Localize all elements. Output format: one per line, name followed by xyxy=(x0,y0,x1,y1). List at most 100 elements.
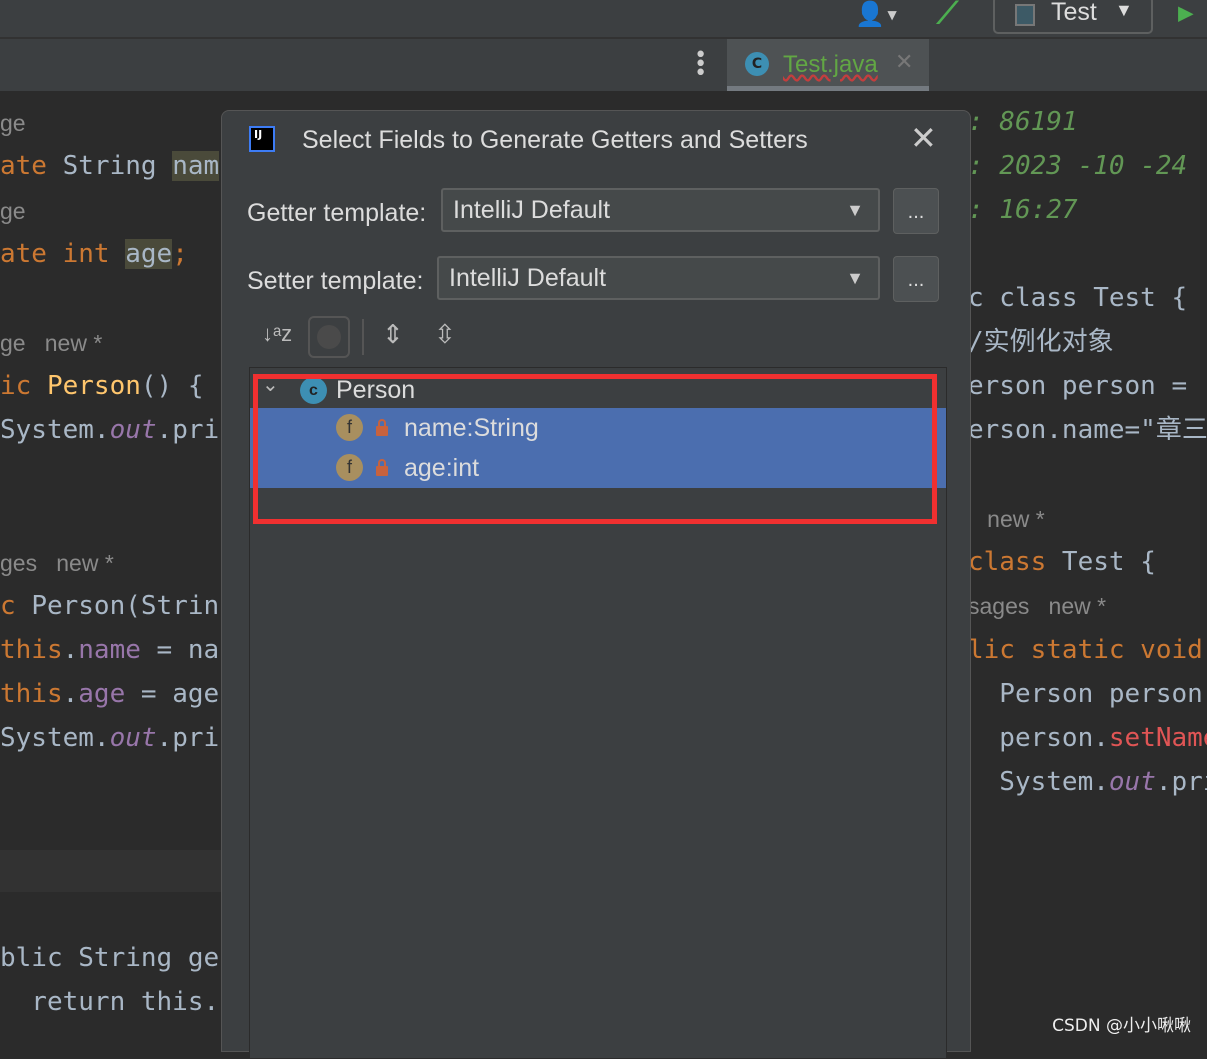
tab-test-java[interactable]: C Test.java ✕ xyxy=(727,39,929,91)
code-token: out xyxy=(109,415,157,445)
code-line: return this. xyxy=(0,987,219,1017)
main-toolbar: 👤▾ ⟋ Test ▼ ▶ xyxy=(0,0,1207,39)
code-line: erson person = xyxy=(968,371,1187,401)
code-token: person. xyxy=(968,723,1109,753)
generate-getters-setters-dialog: IJ Select Fields to Generate Getters and… xyxy=(221,110,971,1059)
code-line: this.age = age xyxy=(0,679,219,709)
code-line: c Person(Strin xyxy=(0,591,219,621)
hammer-icon[interactable]: ⟋ xyxy=(937,0,958,31)
editor-band xyxy=(0,850,221,892)
code-token: ate xyxy=(0,151,63,181)
code-line: new * xyxy=(968,504,1045,534)
code-line: person.setName xyxy=(968,723,1207,753)
code-token: ate int xyxy=(0,239,126,269)
code-token: String xyxy=(62,151,173,181)
code-token: c xyxy=(0,591,32,621)
getter-template-label: Getter template: xyxy=(247,199,427,227)
code-token: blic String ge xyxy=(0,943,220,973)
editor-tab-bar: • • • C Test.java ✕ xyxy=(0,39,1207,91)
code-token: : 86191 xyxy=(968,107,1078,137)
getter-template-value: IntelliJ Default xyxy=(453,196,611,224)
code-line: ge xyxy=(0,196,26,226)
run-config-label: Test xyxy=(1051,0,1097,26)
sort-alphabetically-icon[interactable]: ↓ᵃz xyxy=(262,321,292,347)
code-token: new * xyxy=(968,506,1045,532)
code-token: this xyxy=(0,679,63,709)
user-icon[interactable]: 👤▾ xyxy=(855,0,899,28)
code-token: out xyxy=(1108,767,1156,797)
setter-template-more-button[interactable]: ... xyxy=(893,256,939,302)
code-token: System. xyxy=(0,723,110,753)
code-token: return this. xyxy=(0,987,220,1017)
code-line: ate int age; xyxy=(0,239,188,269)
code-line: System.out.pri xyxy=(0,723,219,753)
code-token: age xyxy=(125,239,173,269)
code-token: ; xyxy=(172,239,188,269)
code-token: ge xyxy=(0,198,26,224)
code-line: ic Person() { xyxy=(0,371,204,401)
collapse-all-icon[interactable]: ⇳ xyxy=(434,319,456,350)
code-token: ic xyxy=(0,371,47,401)
expand-all-icon[interactable]: ⇕ xyxy=(382,319,404,350)
code-token: ge new * xyxy=(0,330,103,356)
code-line: Person person xyxy=(968,679,1203,709)
close-icon[interactable]: ✕ xyxy=(910,119,937,157)
dialog-title: Select Fields to Generate Getters and Se… xyxy=(302,126,808,154)
setter-template-select[interactable]: IntelliJ Default ▼ xyxy=(437,256,880,300)
more-tabs-icon[interactable]: • • • xyxy=(694,45,707,85)
tab-label: Test.java xyxy=(783,51,878,78)
code-token: . xyxy=(62,679,79,709)
intellij-logo-icon: IJ xyxy=(249,126,275,152)
code-token: .pri xyxy=(156,723,220,753)
code-line: erson.name="章三 xyxy=(968,415,1207,445)
code-token: erson person = xyxy=(968,371,1188,401)
code-token: this xyxy=(0,635,63,665)
code-token: setName xyxy=(1108,723,1207,753)
code-token: System. xyxy=(0,415,110,445)
code-token: . xyxy=(62,635,79,665)
code-token: Person xyxy=(46,371,141,401)
code-line: c class Test { xyxy=(968,283,1187,313)
code-line: /实例化对象 xyxy=(968,327,1114,357)
divider xyxy=(362,319,364,355)
code-line: System.out.pri xyxy=(968,767,1207,797)
config-icon xyxy=(1015,4,1035,26)
code-token: nam xyxy=(172,151,220,181)
close-icon[interactable]: ✕ xyxy=(895,50,913,75)
chevron-down-icon: ▼ xyxy=(846,268,864,288)
code-token: : 2023 -10 -24 xyxy=(968,151,1188,181)
code-token: out xyxy=(109,723,157,753)
code-token: /实例化对象 xyxy=(968,327,1114,357)
code-token: ges new * xyxy=(0,550,114,576)
getter-template-select[interactable]: IntelliJ Default ▼ xyxy=(441,188,880,232)
code-token: Person(Strin xyxy=(31,591,220,621)
code-line: ge xyxy=(0,108,26,138)
code-line: System.out.pri xyxy=(0,415,219,445)
code-line: sages new * xyxy=(968,591,1106,621)
code-token: age xyxy=(78,679,126,709)
play-icon[interactable]: ▶ xyxy=(1178,0,1194,28)
run-config-select[interactable]: Test ▼ xyxy=(993,0,1153,34)
code-token: Test { xyxy=(1061,547,1156,577)
chevron-down-icon: ▼ xyxy=(1115,0,1133,20)
getter-template-more-button[interactable]: ... xyxy=(893,188,939,234)
code-token: erson.name="章三 xyxy=(968,415,1207,445)
code-token: : 16:27 xyxy=(968,195,1078,225)
code-line: ges new * xyxy=(0,548,114,578)
code-token: lic static void xyxy=(968,635,1203,665)
class-icon: C xyxy=(745,52,769,76)
code-line: class Test { xyxy=(968,547,1156,577)
chevron-down-icon: ▼ xyxy=(846,200,864,220)
show-classes-toggle-icon[interactable] xyxy=(308,316,350,358)
code-line: : 86191 xyxy=(968,107,1078,137)
code-token: Person person xyxy=(968,679,1203,709)
setter-template-label: Setter template: xyxy=(247,267,424,295)
code-token: sages new * xyxy=(968,593,1107,619)
code-token: = na xyxy=(140,635,220,665)
code-token: .pri xyxy=(1155,767,1207,797)
code-token: System. xyxy=(968,767,1109,797)
code-token: = age xyxy=(125,679,220,709)
code-token: ge xyxy=(0,110,26,136)
code-line: this.name = na xyxy=(0,635,219,665)
code-line: : 16:27 xyxy=(968,195,1078,225)
